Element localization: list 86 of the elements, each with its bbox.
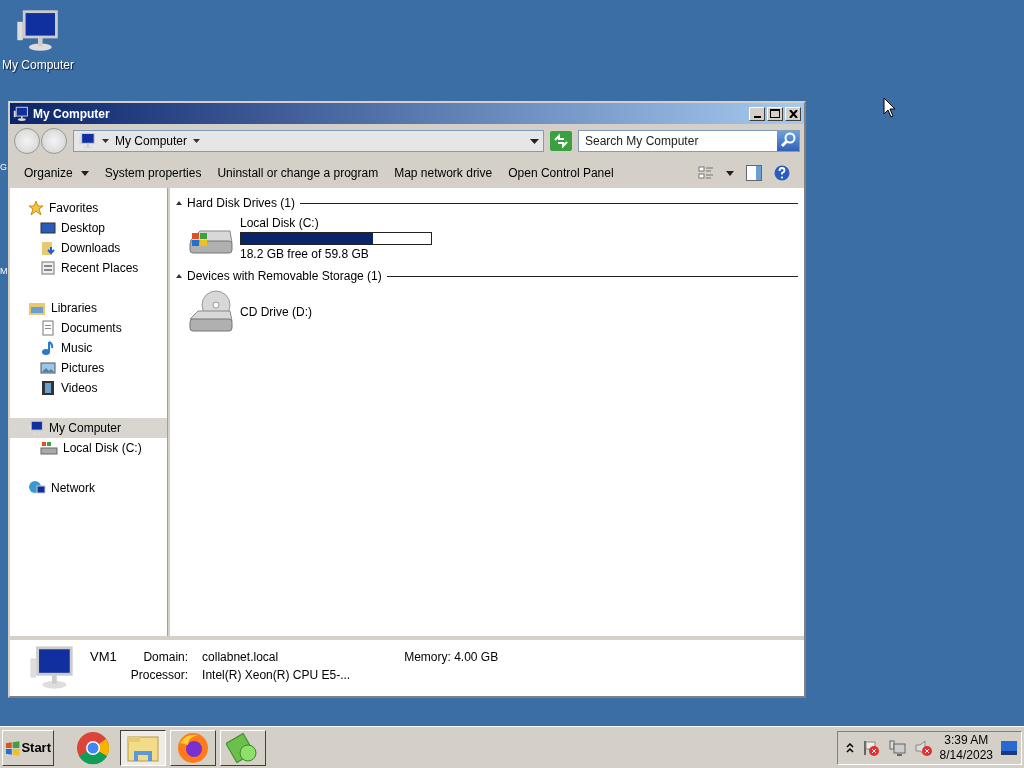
network-icon — [28, 480, 46, 496]
group-header: Hard Disk Drives (1) — [187, 196, 295, 210]
flag-icon — [861, 738, 880, 757]
nav-item[interactable]: Music — [10, 338, 167, 358]
nav-item[interactable]: My Computer — [10, 418, 167, 438]
computer-icon — [28, 644, 76, 692]
collapse-arrow-icon[interactable] — [176, 274, 182, 278]
nav-item[interactable]: Libraries — [10, 298, 167, 318]
computer-icon — [78, 132, 96, 150]
search-field[interactable]: Search My Computer — [578, 130, 800, 152]
film-icon — [40, 380, 56, 396]
close-button[interactable] — [785, 106, 801, 121]
field-label: Memory: — [404, 650, 451, 664]
taskbar-app-button[interactable] — [120, 729, 166, 766]
nav-item[interactable]: Videos — [10, 378, 167, 398]
maximize-button[interactable] — [767, 106, 783, 121]
caret-icon — [102, 139, 109, 143]
clock-date[interactable]: 8/14/2023 — [939, 747, 993, 763]
view-options-icon[interactable] — [698, 165, 714, 181]
search-input[interactable]: Search My Computer — [579, 131, 777, 151]
windows-logo-icon — [5, 739, 21, 756]
field-label: Processor: — [130, 668, 189, 682]
window-title: My Computer — [33, 106, 111, 121]
toolbar-command[interactable]: System properties — [96, 162, 210, 184]
clock-time[interactable]: 3:39 AM — [944, 732, 989, 748]
music-note-icon — [40, 340, 56, 356]
field-value: 4.00 GB — [454, 650, 499, 664]
drive-icon — [40, 440, 58, 456]
help-icon[interactable] — [774, 165, 790, 181]
collapse-arrow-icon[interactable] — [176, 201, 182, 205]
cd-drive-icon — [186, 289, 236, 335]
caret-icon — [80, 170, 89, 176]
mouse-pointer-icon — [883, 97, 896, 118]
desktop-icon-label[interactable]: M — [0, 266, 8, 276]
field-value: Intel(R) Xeon(R) CPU E5-... — [202, 668, 351, 682]
toolbar-command[interactable]: Uninstall or change a program — [209, 162, 387, 184]
document-icon — [40, 320, 56, 336]
network-icon — [887, 738, 906, 757]
app-icon — [226, 730, 260, 765]
maximize-icon — [770, 109, 780, 118]
nav-item[interactable]: Downloads — [10, 238, 167, 258]
library-icon — [28, 300, 46, 316]
address-bar[interactable]: My Computer — [73, 130, 544, 152]
drive-name[interactable]: Local Disk (C:) — [240, 216, 432, 230]
start-button[interactable]: Start — [2, 729, 54, 766]
chrome-icon — [76, 730, 110, 765]
minimize-button[interactable] — [749, 106, 765, 121]
desktop-icon — [40, 220, 56, 236]
refresh-icon[interactable] — [550, 131, 572, 151]
desktop-icon-label[interactable]: G — [0, 162, 7, 172]
computer-icon — [13, 105, 29, 122]
desktop-icon-label[interactable]: My Computer — [2, 58, 74, 72]
pictures-icon — [40, 360, 56, 376]
nav-item[interactable]: Documents — [10, 318, 167, 338]
computer-icon — [15, 8, 61, 54]
preview-pane-icon[interactable] — [746, 165, 762, 181]
caret-icon — [193, 139, 201, 143]
toolbar-command[interactable]: Open Control Panel — [500, 162, 622, 184]
nav-item[interactable]: Local Disk (C:) — [10, 438, 167, 458]
group-header: Devices with Removable Storage (1) — [187, 269, 382, 283]
recent-places-icon — [40, 260, 56, 276]
field-value: collabnet.local — [202, 650, 280, 664]
field-label: Domain: — [142, 650, 189, 664]
nav-item[interactable]: Desktop — [10, 218, 167, 238]
drive-name[interactable]: CD Drive (D:) — [240, 305, 312, 319]
toolbar-command[interactable]: Organize — [16, 162, 97, 184]
nav-item[interactable]: Favorites — [10, 198, 167, 218]
show-hidden-icons-icon[interactable] — [845, 742, 854, 753]
free-space-text: 18.2 GB free of 59.8 GB — [240, 247, 370, 261]
folder-icon — [40, 240, 56, 256]
computer-name: VM1 — [90, 649, 117, 664]
search-button[interactable] — [777, 131, 799, 151]
speaker-icon — [913, 738, 932, 757]
caret-icon[interactable] — [726, 170, 734, 176]
show-desktop-icon[interactable] — [1001, 740, 1017, 755]
computer-icon — [28, 420, 44, 436]
close-icon — [788, 109, 798, 118]
nav-item[interactable]: Network — [10, 478, 167, 498]
nav-item[interactable]: Pictures — [10, 358, 167, 378]
search-icon — [780, 131, 796, 148]
dropdown-caret-icon — [530, 138, 539, 144]
toolbar-command[interactable]: Map network drive — [386, 162, 501, 184]
star-icon — [28, 200, 44, 216]
minimize-icon — [753, 115, 761, 118]
firefox-icon — [176, 730, 210, 765]
nav-item[interactable]: Recent Places — [10, 258, 167, 278]
